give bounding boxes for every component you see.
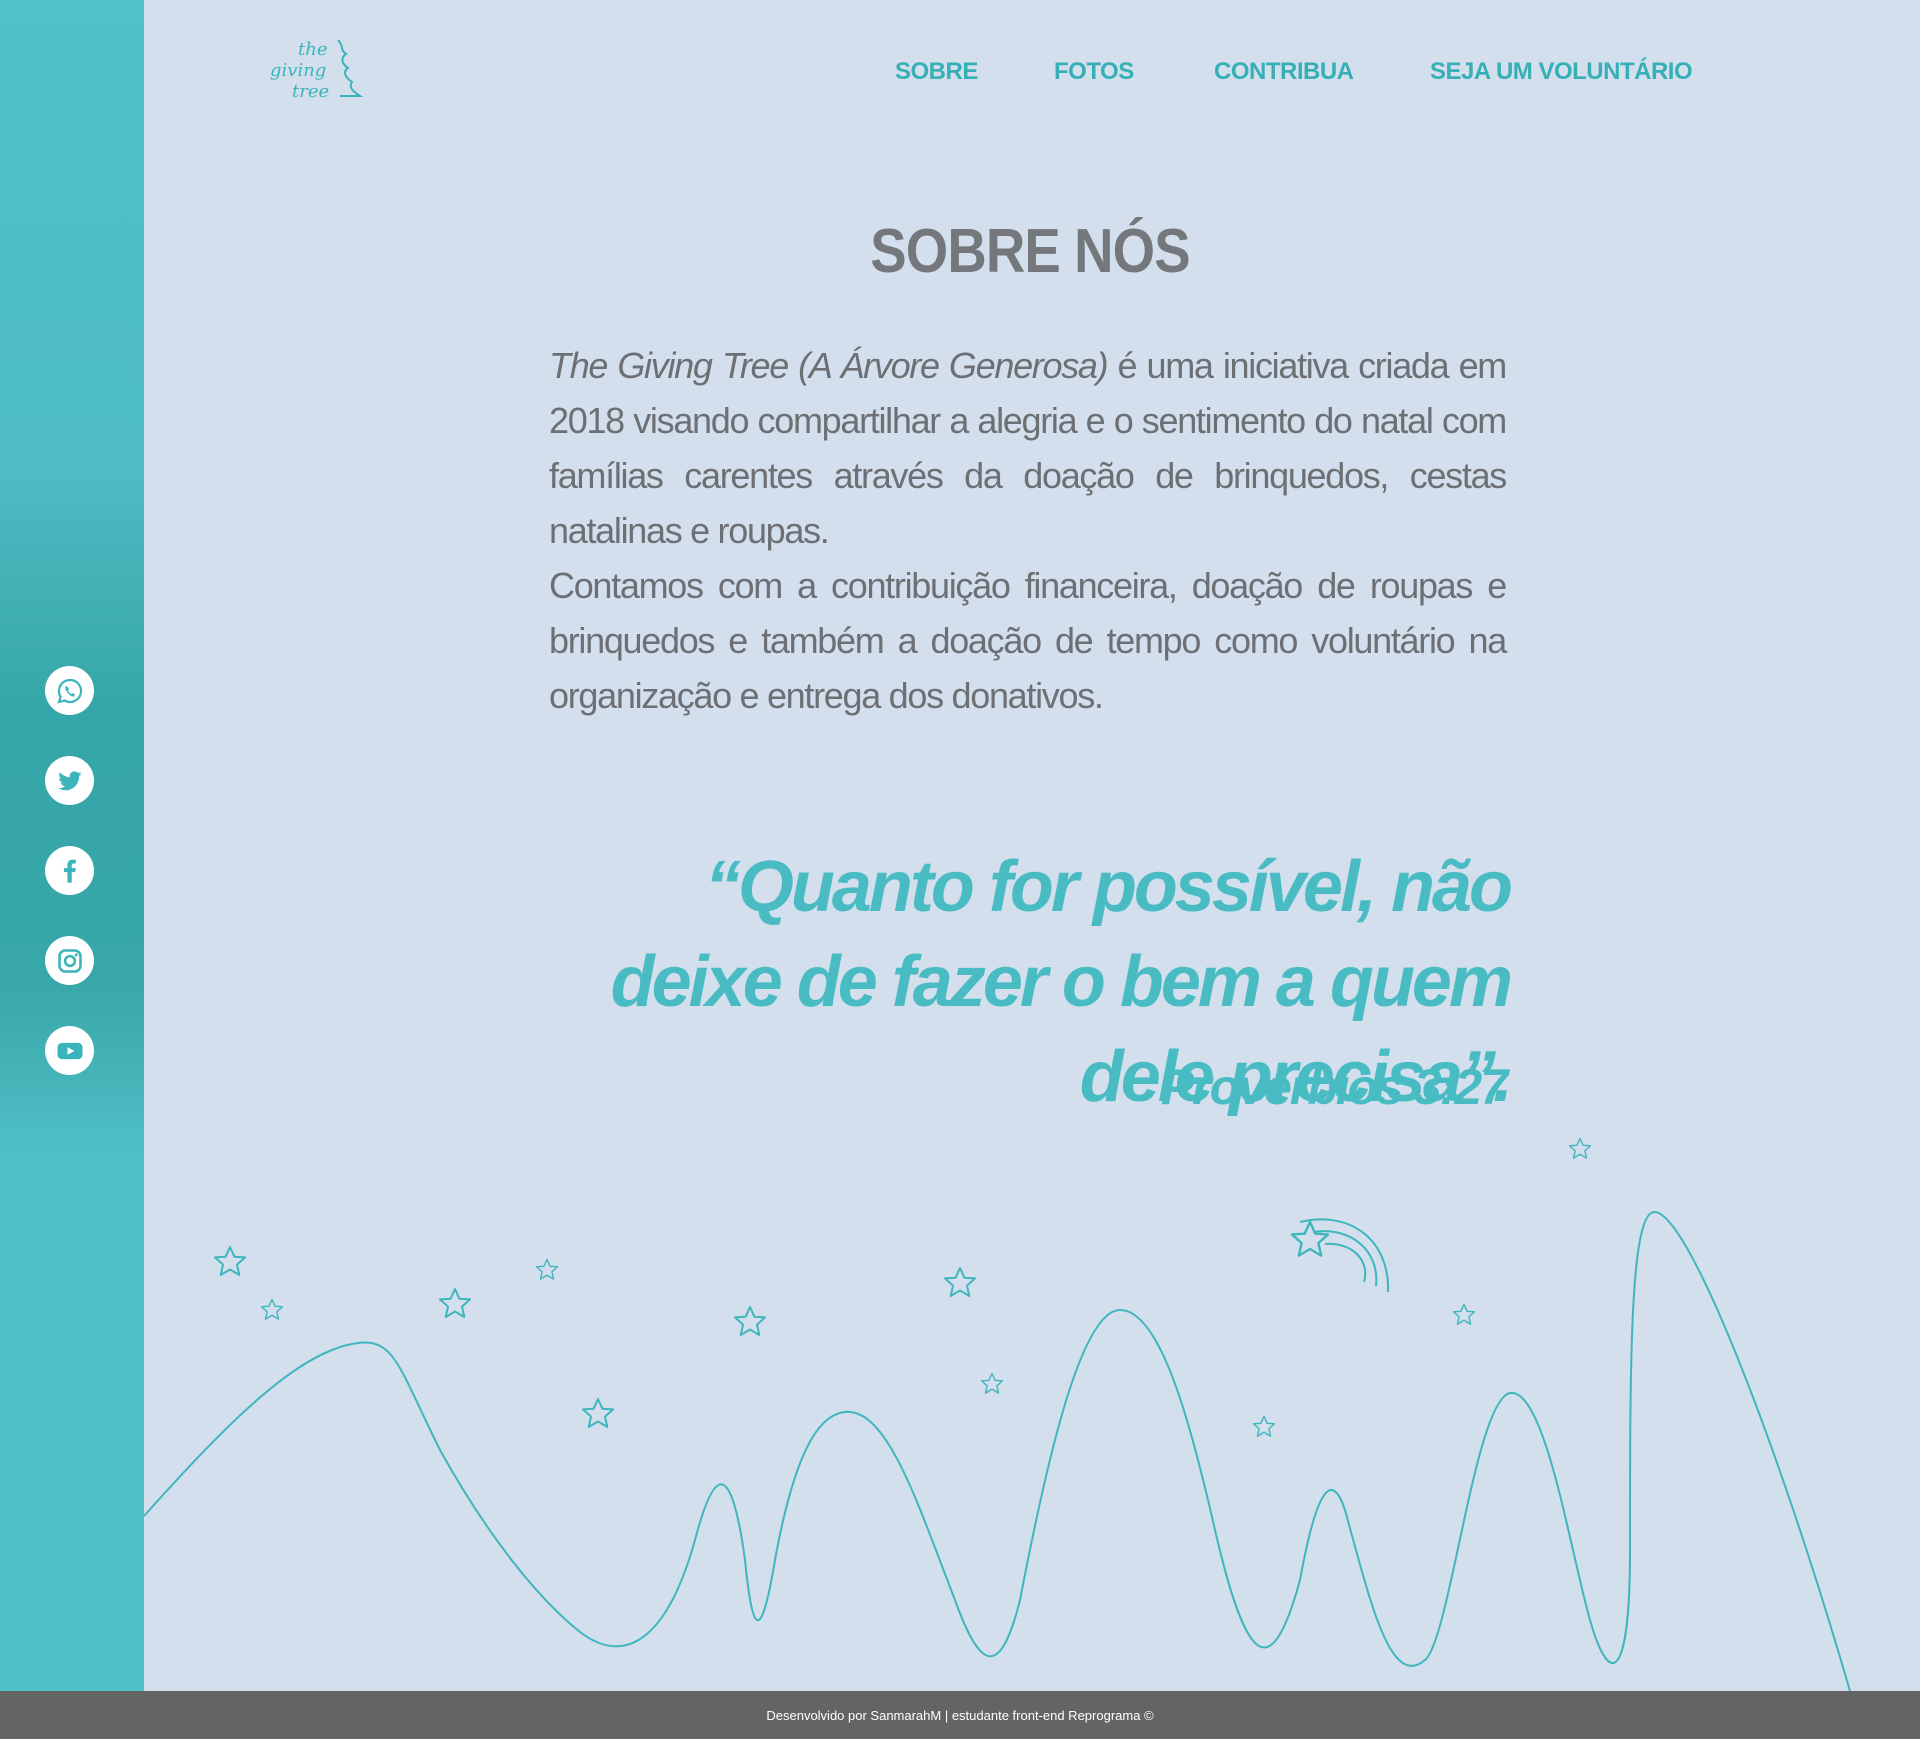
twitter-link[interactable] [45, 756, 94, 805]
star-icon [944, 1267, 976, 1297]
youtube-link[interactable] [45, 1026, 94, 1075]
star-icon [439, 1288, 471, 1318]
main-nav: SOBRE FOTOS CONTRIBUA SEJA UM VOLUNTÁRIO [0, 58, 1920, 94]
nav-item-contribua[interactable]: CONTRIBUA [1214, 58, 1354, 86]
star-icon [734, 1306, 766, 1336]
facebook-link[interactable] [45, 846, 94, 895]
section-title: SOBRE NÓS [870, 217, 1190, 286]
stars-group [214, 1137, 1592, 1437]
youtube-icon [57, 1042, 82, 1059]
star-icon [1252, 1415, 1276, 1437]
project-name: The Giving Tree (A Árvore Generosa) [549, 345, 1109, 386]
twitter-icon [57, 770, 82, 790]
logo-text-line1: the [298, 39, 328, 60]
about-paragraph-2: Contamos com a contribuição financeira, … [549, 565, 1507, 716]
star-icon [535, 1258, 559, 1280]
star-icon [1568, 1137, 1592, 1159]
instagram-icon [57, 948, 82, 973]
about-paragraph-1: The Giving Tree (A Árvore Generosa) é um… [549, 338, 1507, 558]
shooting-star-trail [1324, 1242, 1367, 1283]
star-icon [260, 1298, 284, 1320]
star-icon [582, 1398, 614, 1428]
nav-item-voluntario[interactable]: SEJA UM VOLUNTÁRIO [1430, 58, 1693, 86]
star-icon [214, 1246, 246, 1276]
wave-line [143, 1210, 1851, 1691]
whatsapp-link[interactable] [45, 666, 94, 715]
star-icon [980, 1372, 1004, 1394]
whatsapp-icon [56, 678, 82, 704]
footer: Desenvolvido por SanmarahM | estudante f… [0, 1691, 1920, 1739]
shooting-star-icon [1290, 1220, 1330, 1257]
quote-reference: Provérbios 3:27 [1160, 1059, 1508, 1115]
instagram-link[interactable] [45, 936, 94, 985]
nav-item-sobre[interactable]: SOBRE [895, 58, 978, 86]
footer-credits: Desenvolvido por SanmarahM | estudante f… [766, 1707, 1154, 1723]
nav-item-fotos[interactable]: FOTOS [1054, 58, 1134, 86]
star-icon [1452, 1303, 1476, 1325]
facebook-icon [63, 859, 76, 883]
